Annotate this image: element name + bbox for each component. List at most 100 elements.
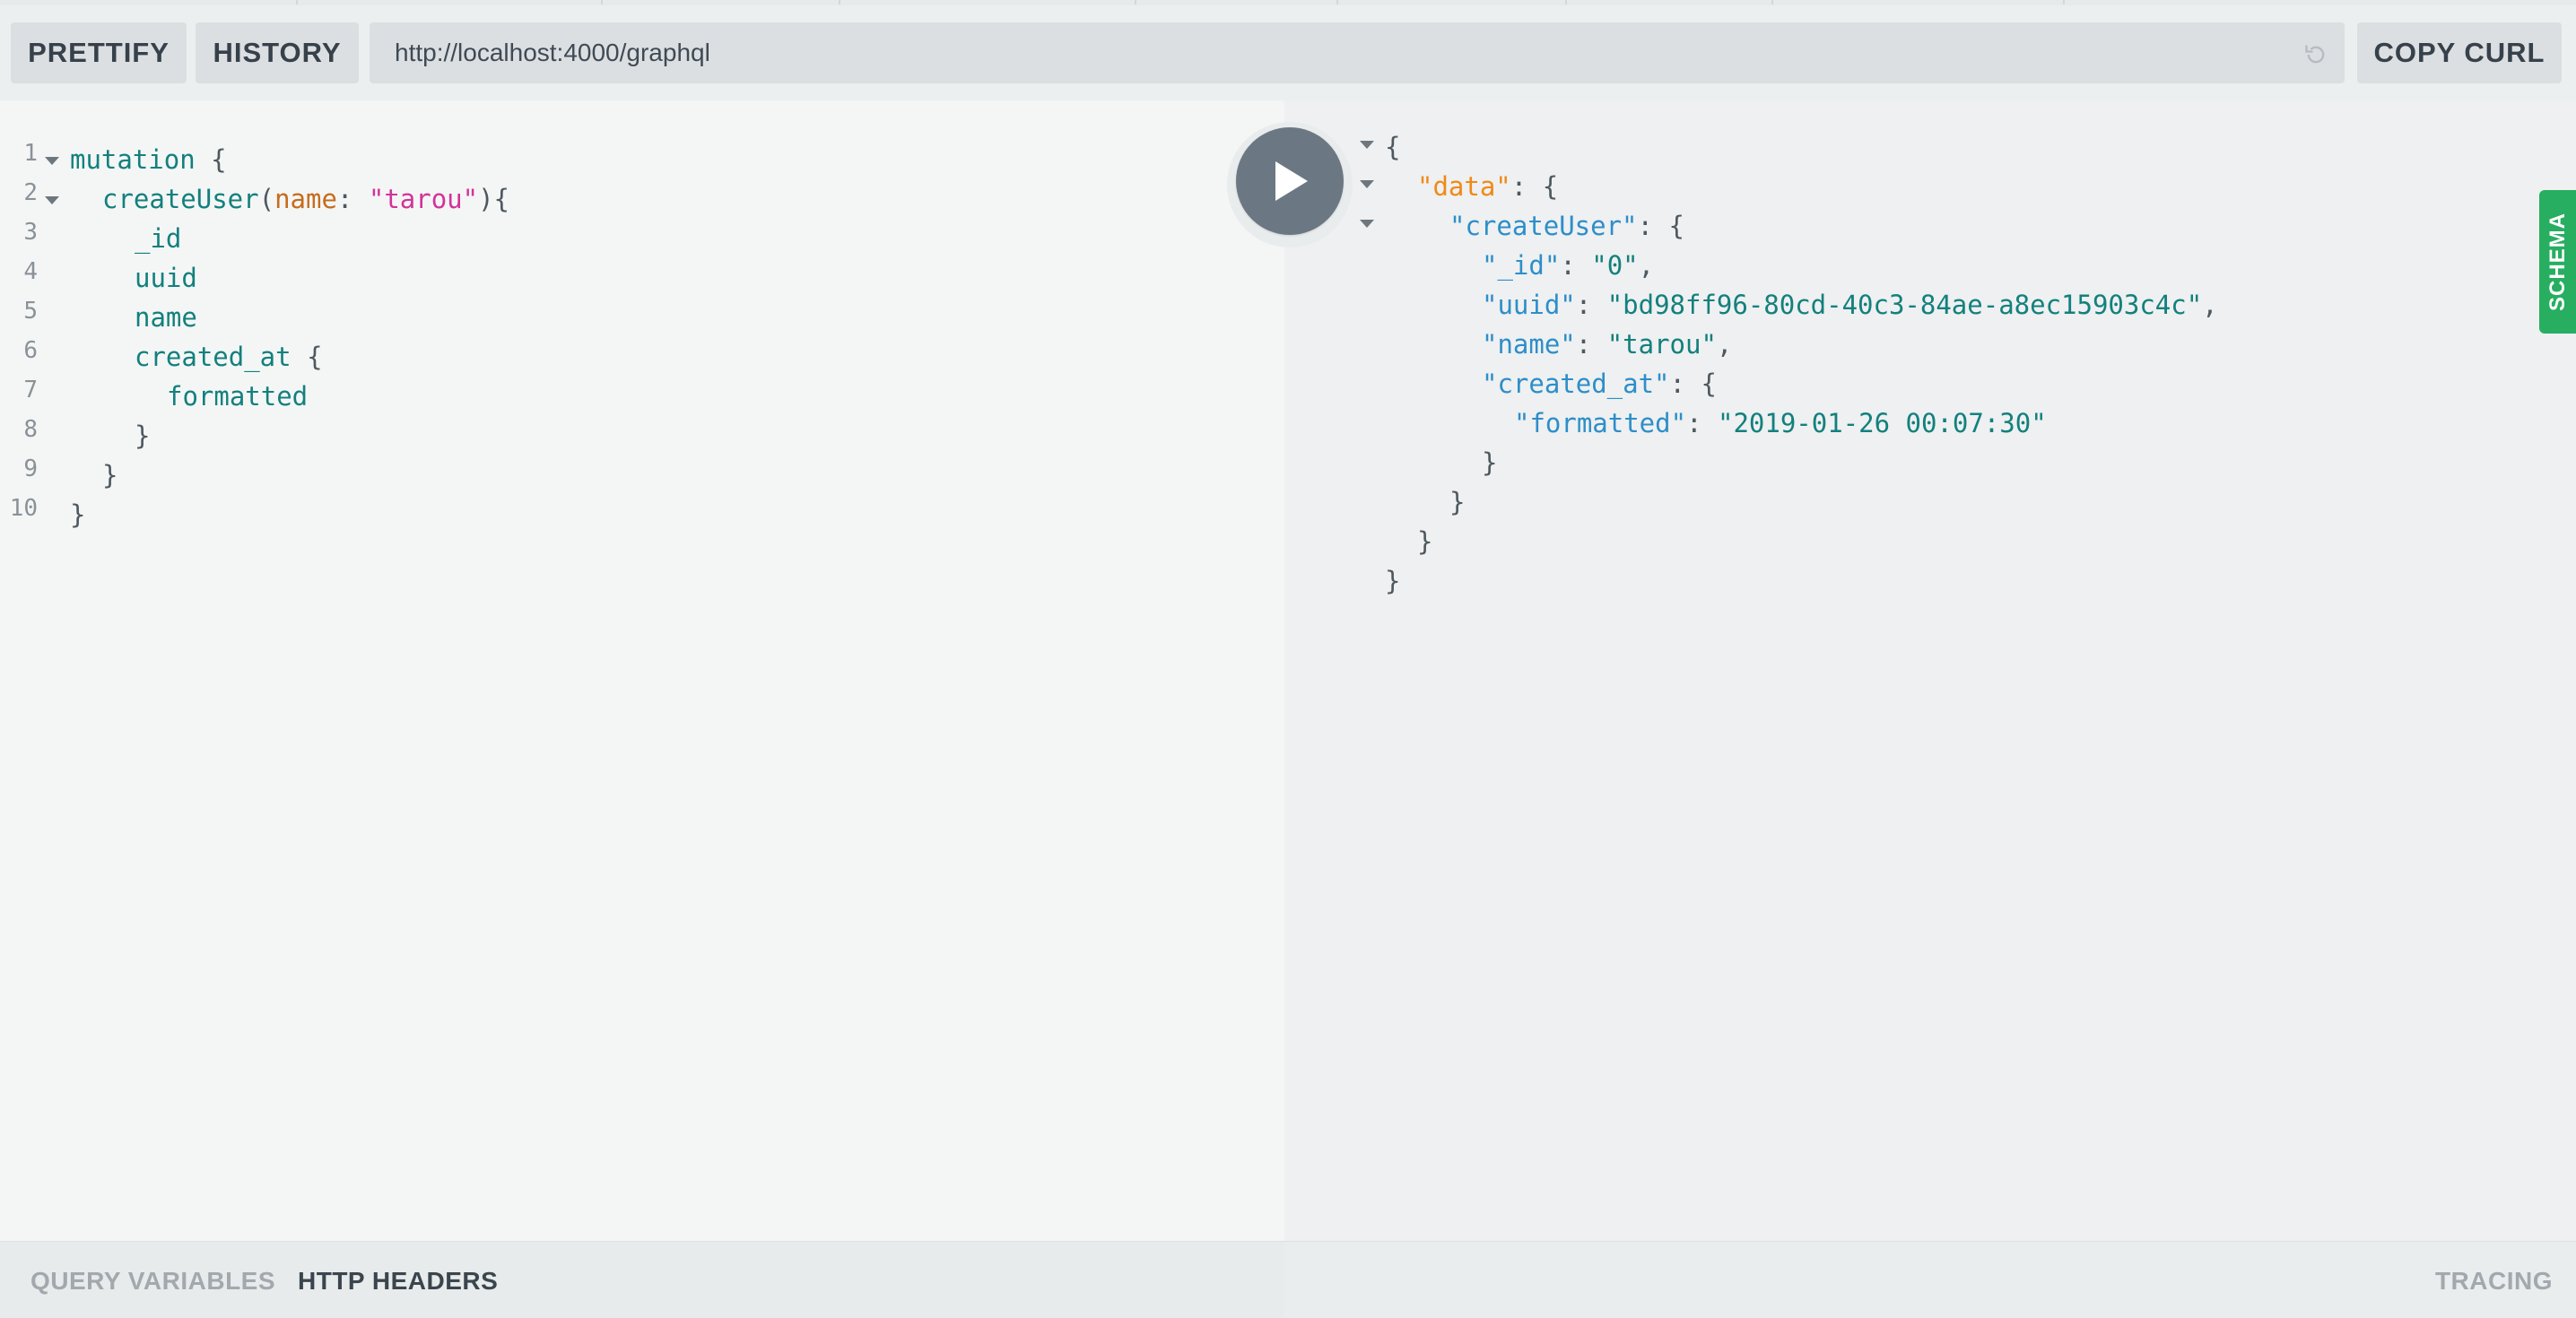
- brace: }: [135, 421, 151, 451]
- result-line: }: [1449, 482, 1465, 522]
- field-name: name: [135, 302, 197, 333]
- brace: {: [1542, 171, 1559, 202]
- colon: :: [1575, 290, 1592, 320]
- code-line: name: [135, 298, 197, 337]
- schema-tab-label: SCHEMA: [2545, 212, 2570, 312]
- comma: ,: [2202, 290, 2218, 320]
- comma: ,: [1638, 250, 1655, 281]
- play-icon: [1275, 161, 1308, 201]
- tab-divider: [1565, 0, 1567, 4]
- string-value: "tarou": [368, 184, 479, 214]
- field-name: created_at: [135, 342, 292, 372]
- result-line: "data": {: [1417, 167, 1558, 206]
- schema-tab[interactable]: SCHEMA: [2539, 190, 2576, 334]
- brace: }: [102, 460, 118, 490]
- line-number: 7: [23, 377, 38, 403]
- json-key: "created_at": [1482, 369, 1670, 399]
- argument-name: name: [274, 184, 337, 214]
- tab-http-headers[interactable]: HTTP HEADERS: [298, 1267, 498, 1296]
- colon: :: [1510, 171, 1527, 202]
- colon: :: [1669, 369, 1685, 399]
- fold-arrow-icon[interactable]: [1360, 141, 1374, 149]
- json-key: "data": [1417, 171, 1511, 202]
- result-line: "uuid": "bd98ff96-80cd-40c3-84ae-a8ec159…: [1482, 285, 2218, 325]
- brace: }: [1385, 566, 1401, 596]
- tab-divider: [1336, 0, 1338, 4]
- tab-divider: [296, 0, 298, 4]
- tracing-tab[interactable]: TRACING: [2435, 1267, 2553, 1296]
- result-line: "createUser": {: [1449, 206, 1684, 246]
- result-line: {: [1385, 127, 1400, 167]
- field-name: createUser: [102, 184, 259, 214]
- json-value: "bd98ff96-80cd-40c3-84ae-a8ec15903c4c": [1606, 290, 2203, 320]
- colon: :: [1560, 250, 1576, 281]
- prettify-button[interactable]: PRETTIFY: [11, 22, 187, 83]
- tab-query-variables[interactable]: QUERY VARIABLES: [30, 1267, 275, 1296]
- colon: :: [1637, 211, 1653, 241]
- query-editor[interactable]: 1 2 3 4 5 6 7 8 9 10 mutation { createUs…: [0, 100, 1284, 1241]
- bottom-panel-tabs: QUERY VARIABLES HTTP HEADERS: [0, 1241, 1284, 1318]
- brace: {: [211, 144, 227, 175]
- line-number: 10: [9, 495, 38, 522]
- field-name: _id: [135, 223, 182, 254]
- json-key: "_id": [1482, 250, 1561, 281]
- field-name: formatted: [167, 381, 309, 412]
- colon: :: [1575, 329, 1592, 360]
- brace: {: [1668, 211, 1684, 241]
- result-viewer: { "data": { "createUser": { "_id": "0", …: [1284, 100, 2576, 1241]
- paren-brace: ){: [478, 184, 509, 214]
- result-line: "name": "tarou",: [1482, 325, 1732, 364]
- fold-arrow-icon[interactable]: [1360, 220, 1374, 228]
- history-button[interactable]: HISTORY: [196, 22, 359, 83]
- colon: :: [336, 184, 353, 214]
- json-value: "tarou": [1606, 329, 1717, 360]
- endpoint-url-input[interactable]: [393, 38, 2190, 68]
- code-line: }: [70, 495, 85, 534]
- json-key: "name": [1482, 329, 1576, 360]
- tab-divider: [839, 0, 840, 4]
- copy-curl-button[interactable]: COPY CURL: [2357, 22, 2562, 83]
- reload-icon[interactable]: [2303, 42, 2328, 67]
- code-line: createUser(name: "tarou"){: [102, 179, 509, 219]
- result-line: }: [1482, 443, 1497, 482]
- line-number: 8: [23, 416, 38, 443]
- paren: (: [258, 184, 275, 214]
- bottom-right-bar: TRACING: [1284, 1241, 2576, 1318]
- tab-divider: [1135, 0, 1136, 4]
- execute-query-button[interactable]: [1236, 127, 1344, 235]
- brace: {: [307, 342, 323, 372]
- result-line: }: [1417, 522, 1432, 561]
- mutation-keyword: mutation: [70, 144, 196, 175]
- code-line: uuid: [135, 258, 197, 298]
- endpoint-url-bar: [370, 22, 2345, 83]
- brace: {: [1385, 132, 1401, 162]
- fold-arrow-icon[interactable]: [45, 157, 59, 165]
- play-button-ring: [1227, 122, 1353, 247]
- result-line: "formatted": "2019-01-26 00:07:30": [1514, 403, 2047, 443]
- tab-divider: [1771, 0, 1773, 4]
- line-number: 4: [23, 258, 38, 285]
- code-line: }: [102, 455, 117, 495]
- colon: :: [1686, 408, 1702, 438]
- code-line: formatted: [167, 377, 308, 416]
- comma: ,: [1716, 329, 1733, 360]
- json-key: "uuid": [1482, 290, 1576, 320]
- result-line: "created_at": {: [1482, 364, 1717, 403]
- code-line: _id: [135, 219, 181, 258]
- line-number: 3: [23, 219, 38, 246]
- code-line: created_at {: [135, 337, 323, 377]
- fold-arrow-icon[interactable]: [1360, 180, 1374, 188]
- line-number: 1: [23, 140, 38, 167]
- code-line: }: [135, 416, 150, 455]
- fold-arrow-icon[interactable]: [45, 196, 59, 204]
- json-value: "0": [1591, 250, 1639, 281]
- json-value: "2019-01-26 00:07:30": [1718, 408, 2047, 438]
- brace: }: [70, 499, 86, 530]
- tab-divider: [601, 0, 603, 4]
- toolbar: PRETTIFY HISTORY COPY CURL: [0, 5, 2576, 100]
- json-key: "formatted": [1514, 408, 1687, 438]
- brace: }: [1449, 487, 1466, 517]
- line-number: 2: [23, 179, 38, 206]
- tab-divider: [2063, 0, 2065, 4]
- brace: }: [1482, 447, 1498, 478]
